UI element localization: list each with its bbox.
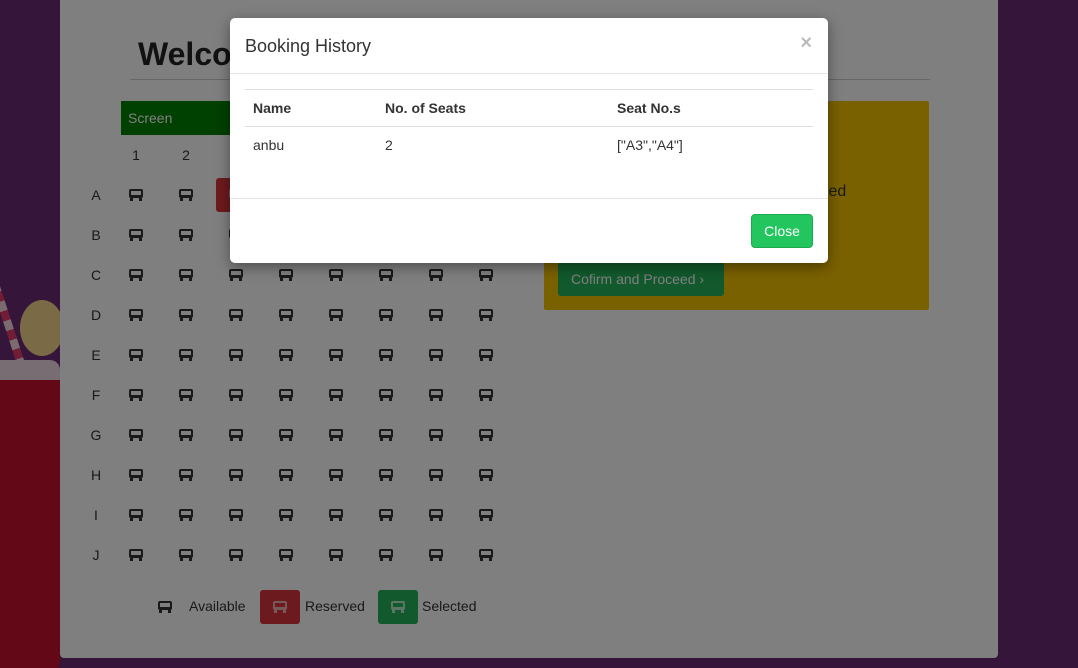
column-header-seats: No. of Seats — [377, 89, 609, 127]
booking-history-table: Name No. of Seats Seat No.s anbu 2 ["A3"… — [245, 89, 813, 163]
modal-footer: Close — [230, 198, 828, 263]
modal-header: Booking History × — [230, 18, 828, 74]
cell-name: anbu — [253, 137, 285, 153]
cell-seat-count: 2 — [385, 137, 393, 153]
close-button[interactable]: Close — [751, 214, 813, 248]
table-row: anbu 2 ["A3","A4"] — [245, 127, 813, 164]
table-header-row: Name No. of Seats Seat No.s — [245, 89, 813, 127]
modal-title: Booking History — [245, 36, 372, 56]
column-header-seat-numbers: Seat No.s — [609, 89, 813, 127]
cell-seat-numbers: ["A3","A4"] — [617, 137, 683, 153]
column-header-name: Name — [245, 89, 377, 127]
booking-history-modal: Booking History × Name No. of Seats Seat… — [230, 18, 828, 263]
close-icon[interactable]: × — [800, 32, 812, 55]
